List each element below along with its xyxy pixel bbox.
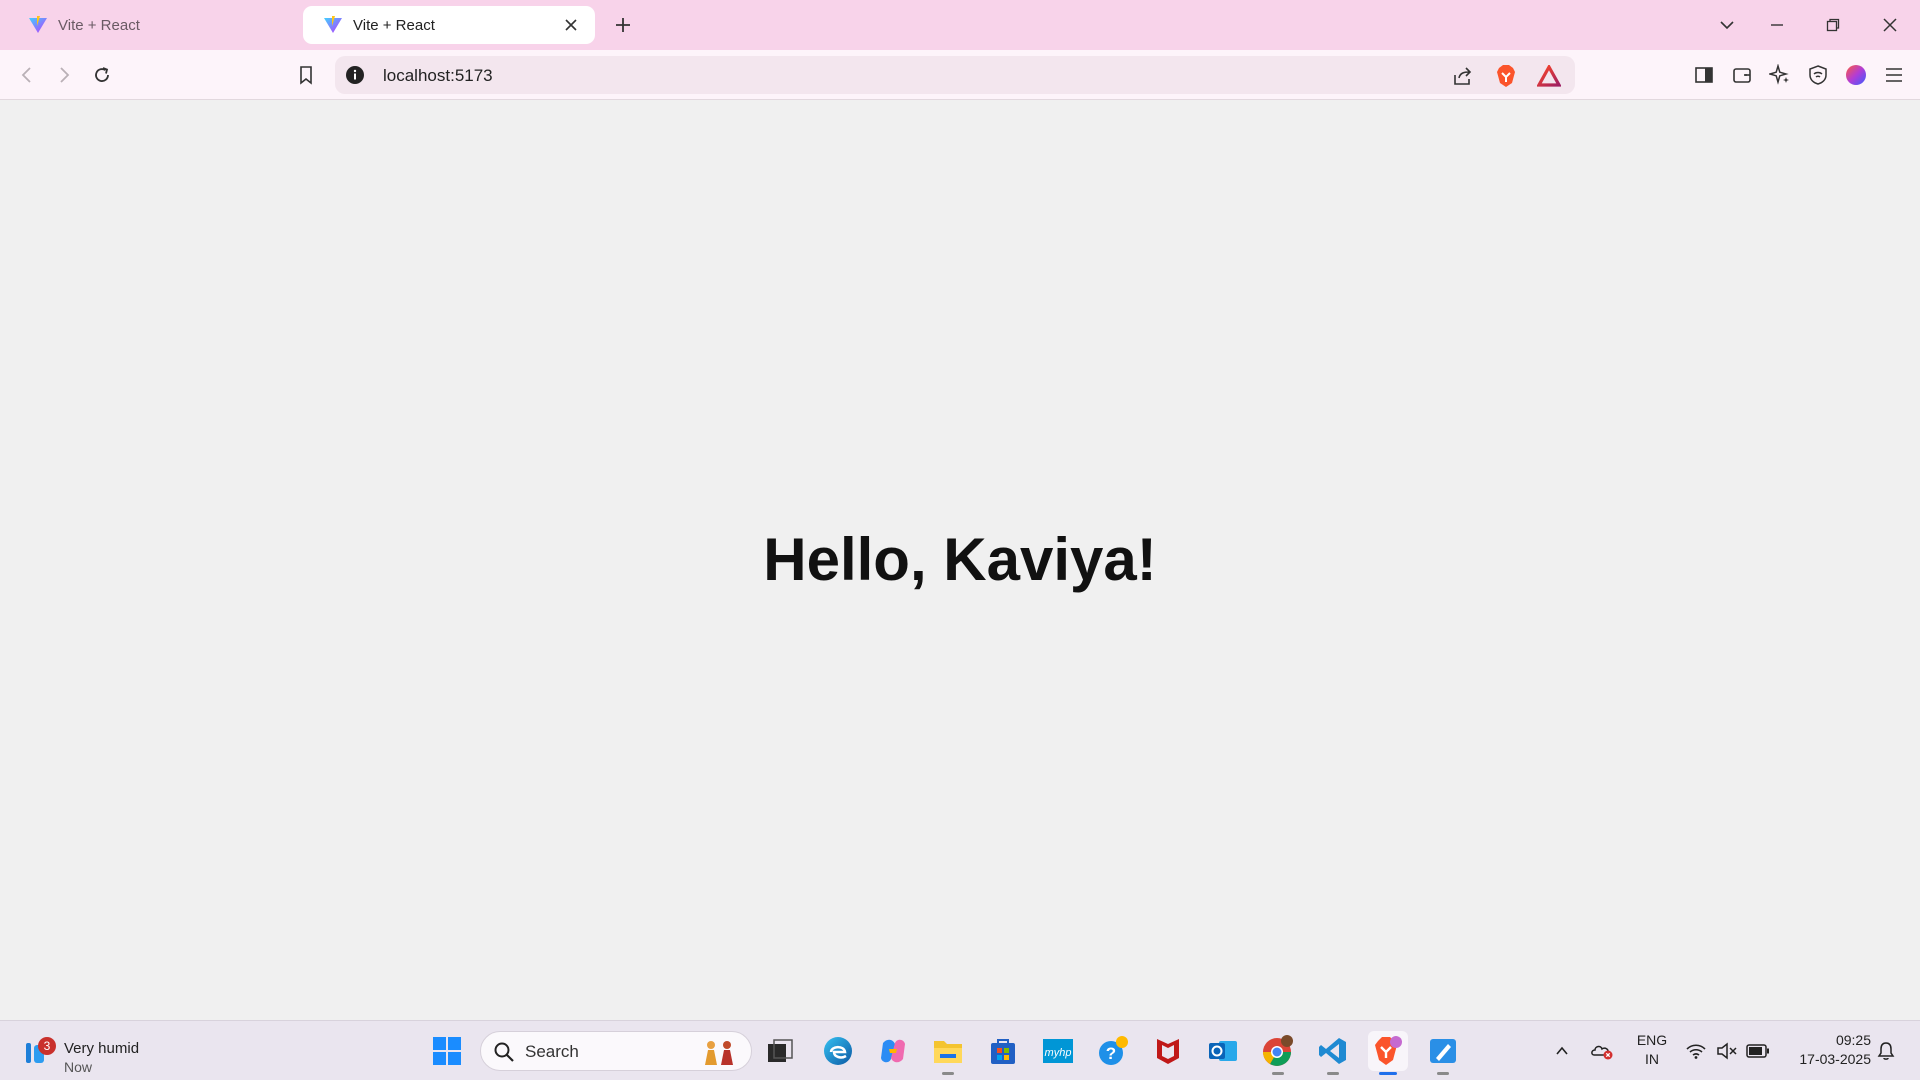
greeting-heading: Hello, Kaviya! xyxy=(763,526,1157,593)
language-code: ENG xyxy=(1636,1032,1668,1048)
tab-title: Vite + React xyxy=(353,16,435,34)
close-icon[interactable] xyxy=(561,15,581,35)
file-explorer-icon[interactable] xyxy=(928,1031,968,1075)
myhp-icon[interactable]: myhp xyxy=(1038,1031,1078,1071)
sidebar-icon[interactable] xyxy=(1692,63,1716,87)
running-indicator xyxy=(1437,1072,1449,1075)
notification-badge: 3 xyxy=(38,1037,56,1055)
battery-icon[interactable] xyxy=(1746,1039,1770,1063)
task-view-icon[interactable] xyxy=(760,1031,800,1071)
chevron-up-icon[interactable] xyxy=(1550,1039,1574,1063)
svg-text:myhp: myhp xyxy=(1045,1047,1072,1059)
url-text[interactable]: localhost:5173 xyxy=(383,66,493,86)
chrome-icon[interactable] xyxy=(1258,1031,1298,1075)
svg-text:?: ? xyxy=(1106,1044,1116,1063)
copilot-icon[interactable] xyxy=(873,1031,913,1071)
clock-date: 17-03-2025 xyxy=(1799,1051,1871,1067)
bookmark-icon[interactable] xyxy=(294,63,318,87)
help-icon[interactable]: ? xyxy=(1093,1031,1133,1071)
reload-icon[interactable] xyxy=(90,63,114,87)
tab-active[interactable]: Vite + React xyxy=(303,6,595,44)
brave-shield-icon[interactable] xyxy=(1494,64,1518,88)
onedrive-error-icon[interactable] xyxy=(1590,1039,1614,1063)
windows-start-icon[interactable] xyxy=(427,1031,467,1071)
search-placeholder: Search xyxy=(525,1042,579,1061)
search-highlight-icon xyxy=(705,1041,733,1065)
search-icon xyxy=(494,1042,514,1062)
tab-strip: Vite + React Vite + React xyxy=(0,0,1920,50)
screen: Vite + React Vite + React localhost:5173… xyxy=(0,0,1920,1080)
wallet-icon[interactable] xyxy=(1730,63,1754,87)
running-indicator xyxy=(1272,1072,1284,1075)
clock-time: 09:25 xyxy=(1835,1032,1871,1048)
notification-bell-icon[interactable] xyxy=(1874,1039,1898,1063)
brave-rewards-icon[interactable] xyxy=(1537,64,1561,88)
running-indicator xyxy=(1327,1072,1339,1075)
plus-icon[interactable] xyxy=(612,14,634,36)
info-icon[interactable] xyxy=(345,65,365,85)
running-indicator xyxy=(942,1072,954,1075)
paint-icon[interactable] xyxy=(1423,1031,1463,1075)
close-window-icon[interactable] xyxy=(1879,14,1901,36)
edge-icon[interactable] xyxy=(818,1031,858,1071)
minimize-icon[interactable] xyxy=(1766,14,1788,36)
volume-muted-icon[interactable] xyxy=(1715,1039,1739,1063)
forward-icon[interactable] xyxy=(52,63,76,87)
tab-inactive[interactable]: Vite + React xyxy=(8,6,300,44)
tab-title: Vite + React xyxy=(58,16,140,34)
brave-browser-icon[interactable] xyxy=(1368,1031,1408,1075)
vscode-icon[interactable] xyxy=(1313,1031,1353,1075)
vpn-icon[interactable] xyxy=(1806,63,1830,87)
taskbar-search[interactable]: Search xyxy=(480,1031,752,1071)
keyboard-region: IN xyxy=(1645,1051,1659,1067)
menu-icon[interactable] xyxy=(1882,63,1906,87)
restore-icon[interactable] xyxy=(1822,14,1844,36)
profile-icon[interactable] xyxy=(1844,63,1868,87)
page-content: Hello, Kaviya! xyxy=(0,100,1920,1020)
taskbar: 3 Very humid Now Search myhp ? ENG IN 09… xyxy=(0,1020,1920,1080)
vite-favicon xyxy=(29,16,47,33)
chevron-down-icon[interactable] xyxy=(1716,14,1738,36)
active-indicator xyxy=(1379,1072,1397,1075)
store-icon[interactable] xyxy=(983,1031,1023,1071)
weather-condition: Very humid xyxy=(64,1040,140,1057)
address-bar[interactable]: localhost:5173 xyxy=(335,56,1575,94)
leo-ai-icon[interactable] xyxy=(1768,63,1792,87)
vite-favicon xyxy=(324,16,342,33)
outlook-icon[interactable] xyxy=(1203,1031,1243,1071)
system-clock[interactable]: 09:25 17-03-2025 xyxy=(1785,1031,1871,1069)
back-icon[interactable] xyxy=(15,63,39,87)
wifi-icon[interactable] xyxy=(1684,1039,1708,1063)
weather-widget[interactable]: 3 Very humid Now xyxy=(20,1029,170,1075)
weather-time: Now xyxy=(64,1059,93,1075)
toolbar: localhost:5173 xyxy=(0,50,1920,100)
language-indicator[interactable]: ENG IN xyxy=(1636,1031,1668,1069)
mcafee-icon[interactable] xyxy=(1148,1031,1188,1071)
share-icon[interactable] xyxy=(1450,64,1474,88)
